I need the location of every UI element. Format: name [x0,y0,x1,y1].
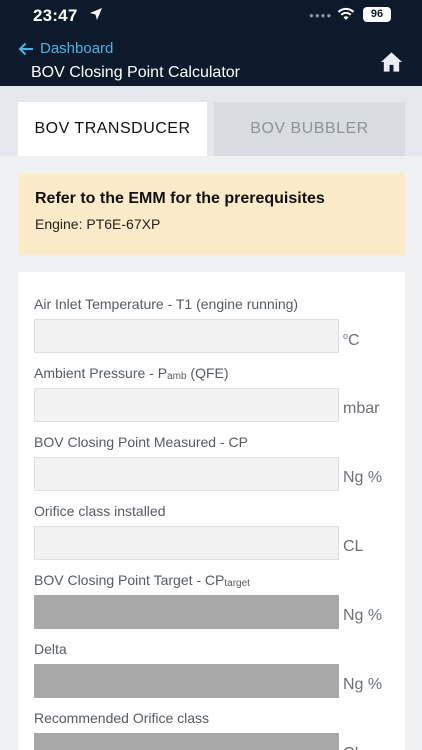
battery-indicator: 96 [363,7,391,22]
recommended-orifice-label: Recommended Orifice class [34,710,210,726]
closing-point-target-unit: Ng % [343,607,383,624]
orifice-installed-unit: CL [343,538,364,555]
wifi-icon [337,7,355,20]
page-title: BOV Closing Point Calculator [31,64,240,81]
delta-unit: Ng % [343,676,383,693]
ambient-pressure-unit: mbar [343,400,380,417]
tab-bov-transducer[interactable]: BOV TRANSDUCER [18,102,207,156]
arrow-left-icon [18,42,33,55]
orifice-installed-input[interactable] [34,526,339,560]
air-inlet-temp-label: Air Inlet Temperature - T1 (engine runni… [34,296,299,312]
back-button[interactable]: Dashboard [18,40,113,57]
delta-label: Delta [34,641,67,657]
status-bar: 23:47 ●●●● 96 [0,0,422,34]
status-time: 23:47 [33,6,78,25]
location-arrow-icon [90,8,102,20]
tab-bar: BOV TRANSDUCER BOV BUBBLER [0,86,422,156]
air-inlet-temp-unit: oC [343,331,360,349]
ambient-pressure-label: Ambient Pressure - Pamb (QFE) [34,365,229,382]
tab-bov-bubbler[interactable]: BOV BUBBLER [214,102,405,156]
closing-point-target-label: BOV Closing Point Target - CPtarget [34,572,250,589]
orifice-installed-label: Orifice class installed [34,503,166,519]
back-label: Dashboard [40,40,114,57]
closing-point-measured-unit: Ng % [343,469,383,486]
notice-engine: Engine: PT6E-67XP [35,216,161,232]
home-icon[interactable] [380,51,403,73]
nav-bar: Dashboard BOV Closing Point Calculator [0,34,422,86]
delta-output [34,664,339,698]
prerequisites-notice: Refer to the EMM for the prerequisites E… [18,173,405,255]
recommended-orifice-output [34,733,339,750]
closing-point-target-output [34,595,339,629]
recommended-orifice-unit: CL [343,745,363,750]
calculator-form: Air Inlet Temperature - T1 (engine runni… [18,272,405,750]
ambient-pressure-input[interactable] [34,388,339,422]
closing-point-measured-label: BOV Closing Point Measured - CP [34,434,248,450]
air-inlet-temp-input[interactable] [34,319,339,353]
closing-point-measured-input[interactable] [34,457,339,491]
notice-title: Refer to the EMM for the prerequisites [35,190,325,207]
cellular-signal-icon: ●●●● [309,11,333,20]
